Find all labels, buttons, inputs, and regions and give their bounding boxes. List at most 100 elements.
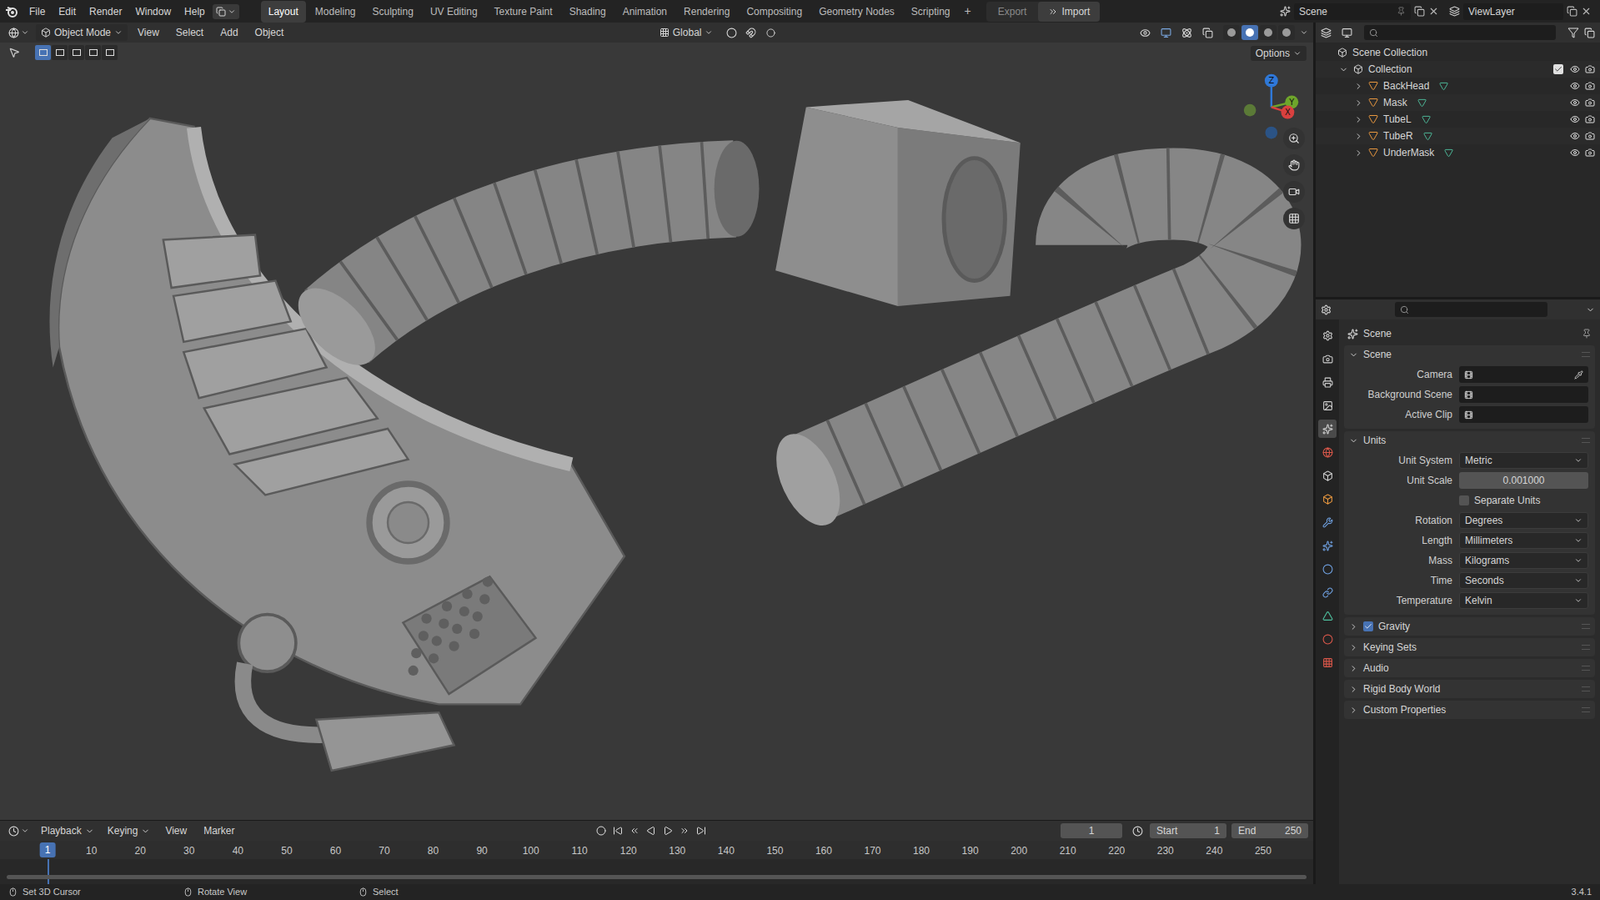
blender-logo-icon[interactable] xyxy=(5,5,19,19)
properties-tab[interactable] xyxy=(1318,512,1337,532)
workspace-tab[interactable]: Animation xyxy=(615,0,675,23)
end-frame-field[interactable]: End250 xyxy=(1231,822,1309,838)
drag-handle-icon[interactable] xyxy=(1581,437,1590,443)
add-workspace-button[interactable]: + xyxy=(959,2,977,21)
workspace-tab[interactable]: Sculpting xyxy=(365,0,422,23)
properties-tab[interactable] xyxy=(1318,582,1337,602)
mesh-data-icon[interactable] xyxy=(1421,115,1431,125)
section-header[interactable]: Keying Sets xyxy=(1344,637,1595,657)
select-mode-button[interactable] xyxy=(101,45,118,61)
export-button[interactable]: Export xyxy=(986,1,1039,22)
workspace-tab[interactable]: Texture Paint xyxy=(486,0,561,23)
drag-handle-icon[interactable] xyxy=(1581,644,1590,650)
mask-model[interactable] xyxy=(775,100,1021,306)
workspace-tab[interactable]: Layout xyxy=(260,0,306,23)
properties-tab[interactable] xyxy=(1318,442,1337,462)
scene-field[interactable]: Scene xyxy=(1294,3,1411,21)
snap-icon[interactable] xyxy=(745,27,757,39)
render-toggle-icon[interactable] xyxy=(1584,80,1595,91)
workspace-tab[interactable]: Shading xyxy=(561,0,614,23)
property-dropdown[interactable]: Seconds xyxy=(1459,571,1589,589)
tube-right-model[interactable] xyxy=(763,193,1256,535)
expand-icon[interactable] xyxy=(1354,148,1364,158)
shading-mode-button[interactable] xyxy=(1278,25,1295,41)
viewport-menu[interactable]: Object xyxy=(248,25,291,41)
menu-item[interactable]: File xyxy=(23,1,51,22)
viewport-canvas[interactable]: ZYX xyxy=(0,42,1314,820)
render-toggle-icon[interactable] xyxy=(1584,64,1595,75)
jump-start-icon[interactable] xyxy=(612,825,623,836)
nav-button[interactable] xyxy=(1283,154,1305,176)
current-frame-field[interactable]: 1 xyxy=(1060,822,1123,838)
properties-tab[interactable] xyxy=(1318,536,1337,555)
select-mode-button[interactable] xyxy=(51,45,68,61)
workspace-tab[interactable]: UV Editing xyxy=(422,0,486,23)
section-header[interactable]: Rigid Body World xyxy=(1344,679,1595,698)
shading-mode-button[interactable] xyxy=(1241,25,1259,41)
timeline-menu[interactable]: Marker xyxy=(196,822,241,838)
property-dropdown[interactable]: Degrees xyxy=(1459,511,1589,529)
editor-type-icon[interactable] xyxy=(1320,304,1332,316)
remove-view-layer-icon[interactable] xyxy=(1580,5,1592,17)
viewport-area[interactable]: ZYXOptions xyxy=(0,42,1314,820)
options-icon[interactable] xyxy=(1585,305,1595,315)
play-reverse-icon[interactable] xyxy=(646,825,657,836)
expand-icon[interactable] xyxy=(1354,131,1364,141)
section-header[interactable]: Units xyxy=(1344,431,1595,450)
property-picker[interactable] xyxy=(1459,366,1589,383)
new-view-layer-icon[interactable] xyxy=(1566,5,1578,17)
properties-tab[interactable] xyxy=(1318,349,1337,368)
properties-tab[interactable] xyxy=(1318,606,1337,625)
outliner-row[interactable]: BackHead xyxy=(1315,77,1600,95)
section-header[interactable]: Scene xyxy=(1344,345,1595,364)
properties-tab[interactable] xyxy=(1318,372,1337,392)
window-button[interactable] xyxy=(212,4,240,20)
timeline-menu[interactable]: View xyxy=(158,822,194,838)
viewport-menu[interactable]: View xyxy=(130,25,166,41)
tool-icon[interactable] xyxy=(8,46,21,59)
menu-item[interactable]: Help xyxy=(178,1,211,22)
tube-left-model[interactable] xyxy=(285,140,760,379)
expand-icon[interactable] xyxy=(1354,115,1364,125)
select-mode-button[interactable] xyxy=(35,45,51,61)
drag-handle-icon[interactable] xyxy=(1581,707,1590,713)
drag-handle-icon[interactable] xyxy=(1581,665,1590,671)
render-toggle-icon[interactable] xyxy=(1584,147,1595,158)
visibility-toggle-icon[interactable] xyxy=(1569,114,1580,125)
render-toggle-icon[interactable] xyxy=(1584,97,1595,108)
drag-handle-icon[interactable] xyxy=(1581,686,1590,692)
outliner-row[interactable]: Mask xyxy=(1315,94,1600,111)
properties-search[interactable] xyxy=(1394,301,1548,317)
expand-icon[interactable] xyxy=(1354,98,1364,108)
gizmo-toggle-icon[interactable] xyxy=(1160,27,1172,39)
pivot-icon[interactable] xyxy=(726,27,738,39)
timeline-scrollbar[interactable] xyxy=(6,874,1307,879)
visibility-icon[interactable] xyxy=(1139,27,1151,39)
visibility-toggle-icon[interactable] xyxy=(1569,130,1580,141)
overlays-icon[interactable] xyxy=(1181,27,1193,39)
record-icon[interactable] xyxy=(596,825,607,836)
property-dropdown[interactable]: Metric xyxy=(1459,451,1589,469)
collection-checkbox[interactable] xyxy=(1553,64,1564,75)
properties-tab[interactable] xyxy=(1318,489,1337,508)
outliner-row[interactable]: TubeR xyxy=(1315,127,1600,145)
eyedropper-icon[interactable] xyxy=(1574,370,1584,380)
visibility-toggle-icon[interactable] xyxy=(1569,147,1580,158)
shading-mode-button[interactable] xyxy=(1259,25,1277,41)
mesh-data-icon[interactable] xyxy=(1444,148,1454,158)
outliner-row[interactable]: UnderMask xyxy=(1315,144,1600,161)
remove-scene-icon[interactable] xyxy=(1428,5,1440,17)
select-mode-button[interactable] xyxy=(68,45,85,61)
property-dropdown[interactable]: Millimeters xyxy=(1459,531,1589,549)
prev-keyframe-icon[interactable] xyxy=(629,825,640,836)
timeline-menu[interactable]: Playback xyxy=(35,822,100,839)
property-dropdown[interactable]: Kelvin xyxy=(1459,591,1589,609)
play-icon[interactable] xyxy=(662,825,673,836)
editor-type-button[interactable] xyxy=(5,27,33,39)
menu-item[interactable]: Window xyxy=(129,1,177,22)
properties-tab[interactable] xyxy=(1318,652,1337,672)
workspace-tab[interactable]: Compositing xyxy=(738,0,810,23)
menu-item[interactable]: Render xyxy=(83,1,128,22)
expand-icon[interactable] xyxy=(1354,81,1364,91)
mesh-data-icon[interactable] xyxy=(1423,131,1433,141)
